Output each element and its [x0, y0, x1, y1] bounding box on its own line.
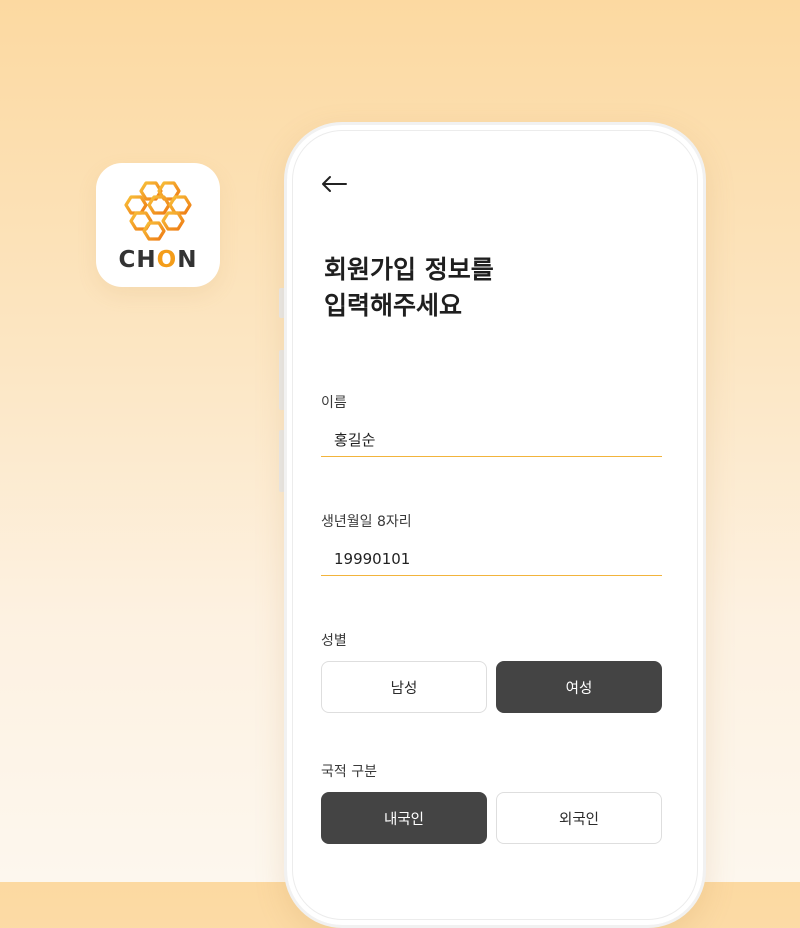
- brand-suffix: N: [177, 247, 198, 273]
- honeycomb-logo-icon: [124, 181, 192, 241]
- gender-label: 성별: [321, 633, 347, 649]
- birthdate-input[interactable]: [321, 542, 662, 576]
- nationality-label: 국적 구분: [321, 764, 377, 780]
- brand-prefix: CH: [118, 247, 157, 273]
- gender-female-button[interactable]: 여성: [496, 661, 662, 713]
- title-line-2: 입력해주세요: [324, 291, 463, 320]
- gender-male-button[interactable]: 남성: [321, 661, 487, 713]
- brand-accent-letter: O: [156, 247, 178, 273]
- page-title: 회원가입 정보를 입력해주세요: [324, 252, 494, 324]
- arrow-left-icon: [322, 176, 347, 192]
- app-icon: CHON: [96, 163, 220, 287]
- brand-wordmark: CHON: [96, 247, 220, 273]
- name-label: 이름: [321, 395, 347, 411]
- name-input[interactable]: [321, 423, 662, 457]
- birthdate-label: 생년월일 8자리: [321, 514, 412, 530]
- nationality-foreign-button[interactable]: 외국인: [496, 792, 662, 844]
- nationality-domestic-button[interactable]: 내국인: [321, 792, 487, 844]
- title-line-1: 회원가입 정보를: [324, 255, 494, 284]
- back-button[interactable]: [318, 170, 350, 198]
